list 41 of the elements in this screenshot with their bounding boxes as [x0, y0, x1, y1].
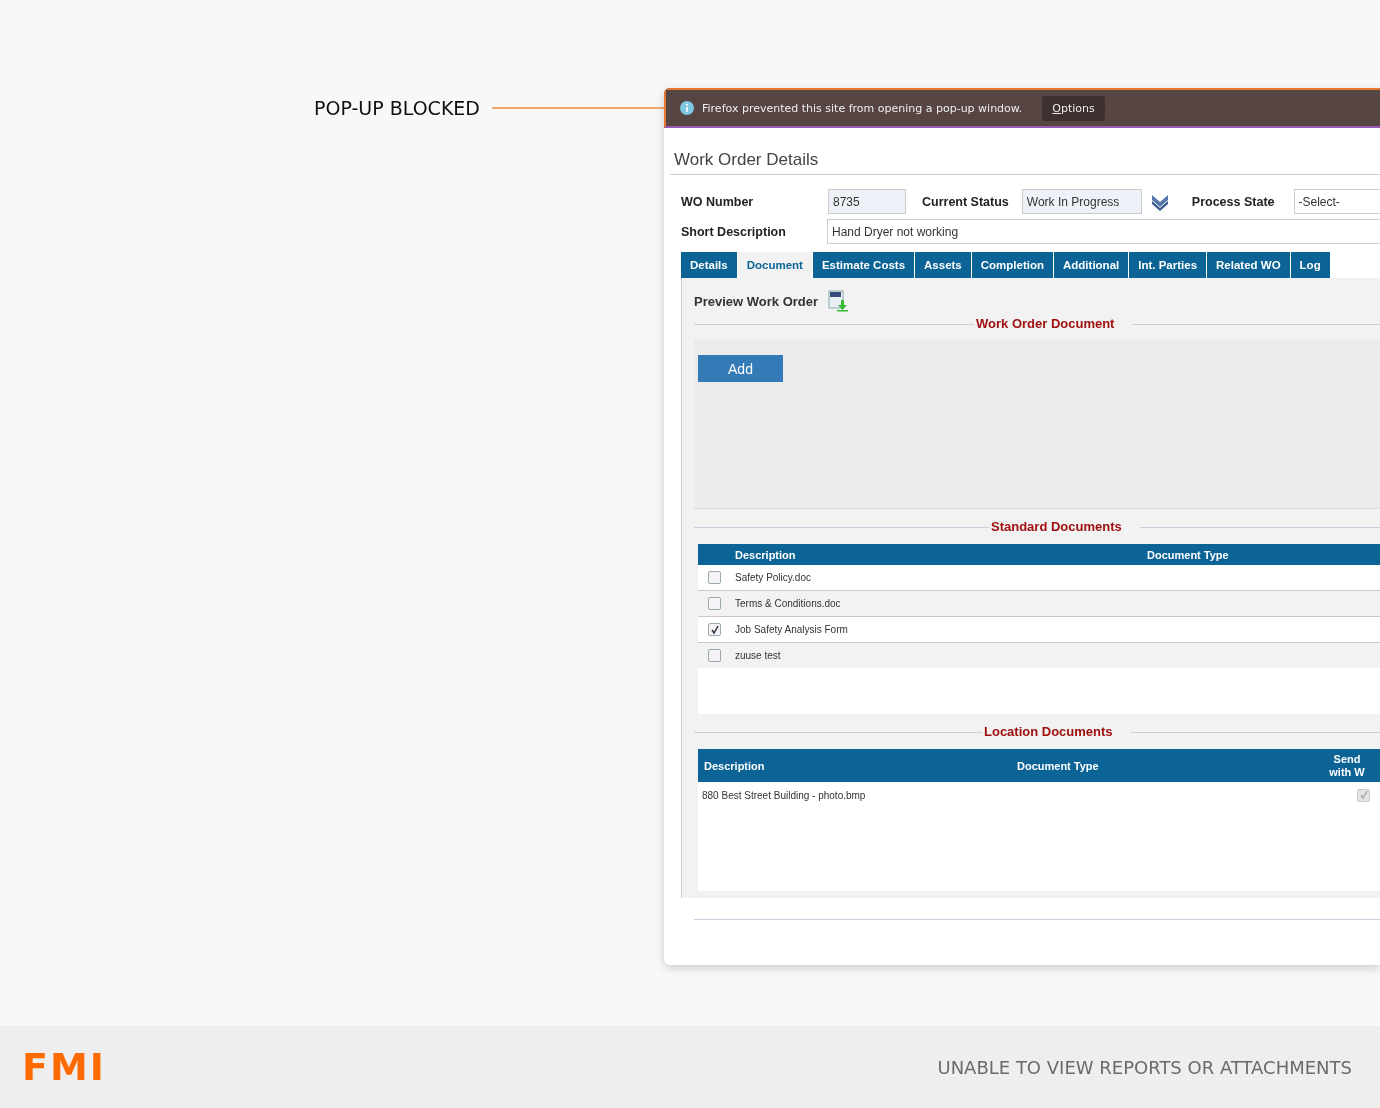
footer-caption: UNABLE TO VIEW REPORTS OR ATTACHMENTS [937, 1056, 1352, 1078]
table-cell: zuuse test [735, 650, 781, 661]
checkbox[interactable] [708, 649, 721, 662]
wo-number-field[interactable]: 8735 [828, 189, 906, 214]
status-field[interactable]: Work In Progress [1021, 189, 1142, 214]
callout-label: POP-UP BLOCKED [314, 97, 480, 119]
table-cell-text: 880 Best Street Building - photo.bmp [702, 789, 867, 801]
column-header: Description [735, 548, 797, 561]
notification-message: Firefox prevented this site from opening a pop-up window. [702, 101, 1023, 115]
column-header: Description [704, 759, 766, 772]
table-cell: Safety Policy.doc [735, 572, 811, 583]
field-label: Process State [1191, 194, 1275, 209]
field-label: Short Description [681, 224, 787, 239]
info-icon [680, 101, 694, 115]
tab[interactable]: Additional [1054, 252, 1129, 278]
tab[interactable]: Estimate Costs [812, 252, 915, 278]
field-label: WO Number [681, 194, 755, 209]
column-header: Document Type [1017, 759, 1100, 772]
options-button[interactable]: Options [1042, 95, 1105, 121]
table-cell: Job Safety Analysis Form [735, 624, 848, 635]
tab[interactable]: Completion [971, 252, 1053, 278]
table-cell: Terms & Conditions.doc [735, 598, 841, 609]
checkbox[interactable] [708, 571, 721, 584]
column-header: Document Type [1147, 548, 1229, 561]
checkbox[interactable] [708, 623, 721, 636]
checkbox[interactable] [708, 597, 721, 610]
tab[interactable]: Assets [915, 252, 971, 278]
process-state-select[interactable]: -Select- [1293, 189, 1380, 214]
short-description-field[interactable]: Hand Dryer not working [827, 219, 1380, 244]
tab[interactable]: Related WO [1207, 252, 1290, 278]
preview-label: Preview Work Order [694, 293, 819, 309]
tab[interactable]: Log [1290, 252, 1330, 278]
tab[interactable]: Details [681, 252, 737, 278]
logo: FMI [22, 1045, 106, 1089]
field-label: Current Status [922, 194, 1009, 209]
tab[interactable]: Document [737, 252, 812, 278]
add-button[interactable]: Add [698, 355, 783, 382]
pdf-download-icon[interactable] [828, 290, 849, 312]
column-header: Send with W [1328, 752, 1366, 779]
page-title: Work Order Details [670, 150, 1380, 175]
tab[interactable]: Int. Parties [1129, 252, 1207, 278]
